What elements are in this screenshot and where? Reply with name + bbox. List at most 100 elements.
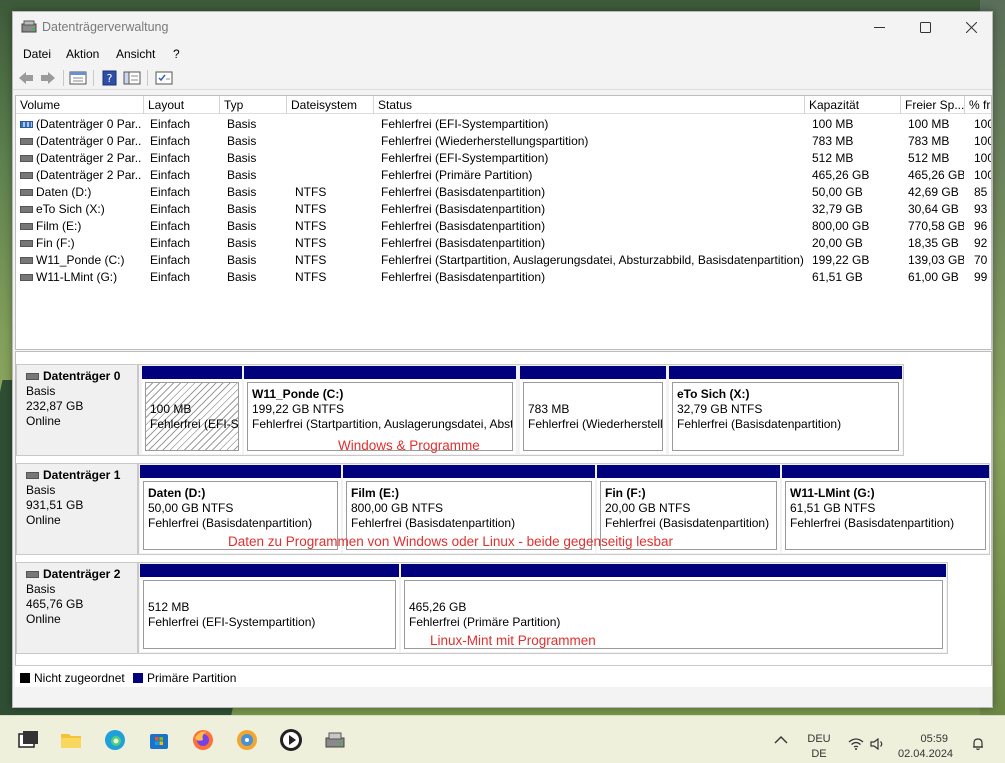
rescan-icon[interactable]	[155, 70, 173, 86]
disk-management-icon[interactable]	[323, 728, 347, 752]
clock-date: 02.04.2024	[898, 748, 954, 760]
forward-icon[interactable]	[39, 70, 57, 86]
cell-free: 512 MB	[908, 151, 950, 165]
cell-pct: 70 %	[974, 253, 991, 267]
cell-status: Fehlerfrei (EFI-Systempartition)	[381, 117, 549, 131]
partition-size: 800,00 GB NTFS	[351, 501, 444, 515]
table-row[interactable]: eTo Sich (X:) Einfach Basis NTFS Fehlerfrei …	[16, 201, 991, 218]
legend-label: Nicht zugeordnet	[34, 671, 125, 685]
cell-type: Basis	[227, 117, 257, 131]
back-icon[interactable]	[17, 70, 35, 86]
close-icon	[965, 21, 977, 33]
properties-icon[interactable]	[69, 70, 87, 86]
media-player-icon[interactable]	[279, 728, 303, 752]
partition[interactable]: 512 MB Fehlerfrei (EFI-Systempartition)	[140, 564, 399, 652]
table-row[interactable]: Film (E:) Einfach Basis NTFS Fehlerfrei (Bas…	[16, 218, 991, 235]
cell-fs: NTFS	[295, 236, 327, 250]
firefox-icon[interactable]	[191, 728, 215, 752]
partition[interactable]: eTo Sich (X:) 32,79 GB NTFS Fehlerfrei (Ba…	[669, 366, 902, 454]
column-prozent-frei[interactable]: % fr	[965, 96, 991, 114]
maximize-button[interactable]	[902, 12, 948, 42]
console-icon[interactable]	[123, 70, 141, 86]
table-row[interactable]: (Datenträger 2 Par... Einfach Basis Fehlerf…	[16, 150, 991, 167]
column-status[interactable]: Status	[374, 96, 805, 114]
cell-cap: 199,22 GB	[812, 253, 870, 267]
show-desktop-icon[interactable]	[16, 728, 40, 752]
column-dateisystem[interactable]: Dateisystem	[287, 96, 374, 114]
partition[interactable]: W11-LMint (G:) 61,51 GB NTFS Fehlerfrei (B…	[782, 465, 989, 553]
menu-datei[interactable]: Datei	[23, 47, 51, 61]
cell-layout: Einfach	[150, 185, 191, 199]
cell-layout: Einfach	[150, 202, 191, 216]
column-volume[interactable]: Volume	[16, 96, 144, 114]
language-indicator[interactable]: DEU DE	[801, 732, 837, 762]
partition-type-bar	[782, 465, 989, 478]
annotation-note: Windows & Programme	[338, 438, 480, 453]
cell-cap: 465,26 GB	[812, 168, 870, 182]
partition-title: W11_Ponde (C:)	[252, 387, 344, 401]
table-row[interactable]: (Datenträger 0 Par... Einfach Basis Fehlerf…	[16, 116, 991, 133]
cell-status: Fehlerfrei (Basisdatenpartition)	[381, 219, 546, 233]
table-row[interactable]: (Datenträger 0 Par... Einfach Basis Fehlerf…	[16, 133, 991, 150]
table-row[interactable]: W11_Ponde (C:) Einfach Basis NTFS Fehlerfrei…	[16, 252, 991, 269]
column-layout[interactable]: Layout	[144, 96, 220, 114]
legend: Nicht zugeordnet Primäre Partition	[15, 665, 992, 687]
edge-icon[interactable]	[103, 728, 127, 752]
cell-type: Basis	[227, 202, 257, 216]
help-icon[interactable]: ?	[101, 70, 119, 86]
store-icon[interactable]	[147, 728, 171, 752]
cell-volume: W11-LMint (G:)	[36, 270, 118, 284]
column-kapazitaet[interactable]: Kapazität	[805, 96, 901, 114]
wifi-icon[interactable]	[848, 738, 864, 750]
chevron-up-icon[interactable]	[774, 735, 788, 745]
partition-details: 100 MB Fehlerfrei (EFI-Sy	[145, 382, 239, 451]
minimize-icon	[873, 26, 885, 28]
cell-fs: NTFS	[295, 202, 327, 216]
column-typ[interactable]: Typ	[220, 96, 287, 114]
partition-status: Fehlerfrei (EFI-Sy	[150, 417, 239, 431]
title-bar[interactable]: Datenträgerverwaltung	[13, 12, 992, 42]
disk-label[interactable]: Datenträger 2 Basis 465,76 GB Online	[16, 562, 138, 654]
table-row[interactable]: Daten (D:) Einfach Basis NTFS Fehlerfrei (Ba…	[16, 184, 991, 201]
disk-2: Datenträger 2 Basis 465,76 GB Online 512 MB F…	[16, 562, 991, 654]
cell-free: 18,35 GB	[908, 236, 959, 250]
cell-layout: Einfach	[150, 117, 191, 131]
cell-layout: Einfach	[150, 236, 191, 250]
cell-fs: NTFS	[295, 253, 327, 267]
clock[interactable]: 05:59 02.04.2024	[898, 732, 954, 762]
cell-cap: 100 MB	[812, 117, 854, 131]
menu-help[interactable]: ?	[173, 47, 180, 61]
table-row[interactable]: Fin (F:) Einfach Basis NTFS Fehlerfrei (Basi…	[16, 235, 991, 252]
table-row[interactable]: (Datenträger 2 Par... Einfach Basis Fehlerf…	[16, 167, 991, 184]
disk-label[interactable]: Datenträger 1 Basis 931,51 GB Online	[16, 463, 138, 555]
disk-icon	[26, 472, 39, 479]
partition-size: 783 MB	[528, 402, 570, 416]
cell-free: 30,64 GB	[908, 202, 959, 216]
cell-cap: 32,79 GB	[812, 202, 863, 216]
cell-layout: Einfach	[150, 219, 191, 233]
volume-icon[interactable]	[870, 738, 886, 750]
table-row[interactable]: W11-LMint (G:) Einfach Basis NTFS Fehlerfrei…	[16, 269, 991, 286]
disk-icon	[20, 155, 33, 162]
disk-label[interactable]: Datenträger 0 Basis 232,87 GB Online	[16, 364, 138, 456]
app-icon[interactable]	[235, 728, 259, 752]
partition-status: Fehlerfrei (Basisdatenpartition)	[677, 417, 842, 431]
annotation-note: Linux-Mint mit Programmen	[430, 633, 596, 648]
partition[interactable]: 100 MB Fehlerfrei (EFI-Sy	[142, 366, 242, 454]
close-button[interactable]	[948, 12, 994, 42]
partition-type-bar	[597, 465, 780, 478]
disk-name: Datenträger 0	[43, 369, 121, 383]
notification-bell-icon[interactable]	[971, 737, 985, 751]
menu-ansicht[interactable]: Ansicht	[116, 47, 155, 61]
disk-management-icon	[21, 20, 37, 33]
cell-status: Fehlerfrei (Basisdatenpartition)	[381, 202, 546, 216]
cell-free: 770,58 GB	[908, 219, 964, 233]
partition[interactable]: 783 MB Fehlerfrei (Wiederherstellu	[520, 366, 666, 454]
legend-swatch	[133, 673, 143, 683]
legend-label: Primäre Partition	[147, 671, 237, 685]
file-explorer-icon[interactable]	[59, 728, 83, 752]
column-freier-speicher[interactable]: Freier Sp...	[901, 96, 965, 114]
minimize-button[interactable]	[856, 12, 902, 42]
cell-layout: Einfach	[150, 168, 191, 182]
menu-aktion[interactable]: Aktion	[66, 47, 99, 61]
